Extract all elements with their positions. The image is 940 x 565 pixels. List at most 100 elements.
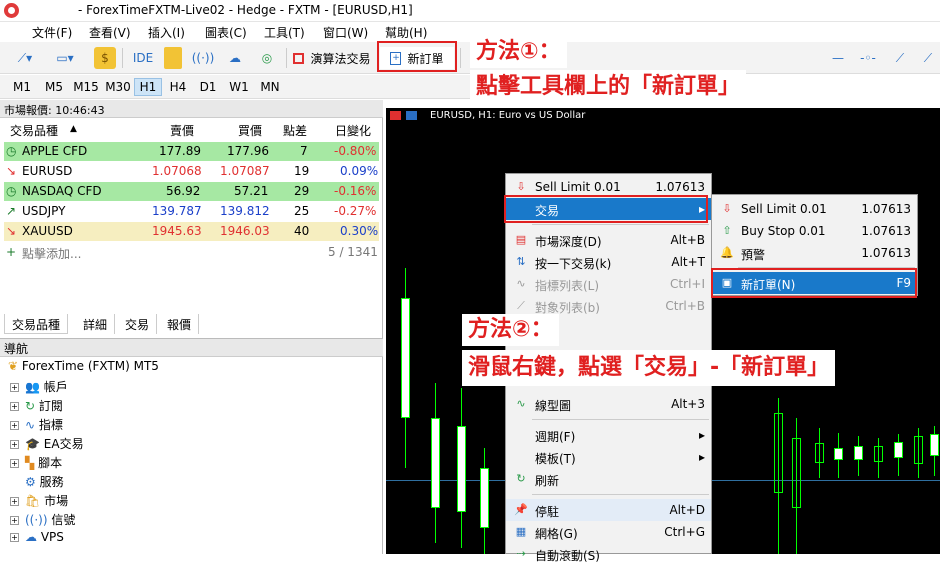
indicators-icon[interactable]: ▭▾ bbox=[48, 47, 82, 69]
tf-m1[interactable]: M1 bbox=[8, 78, 36, 96]
tf-m5[interactable]: M5 bbox=[40, 78, 68, 96]
ctx-shortcut: Alt+T bbox=[671, 255, 705, 269]
col-ask[interactable]: 買價 bbox=[238, 122, 262, 139]
ctx-dock[interactable]: 📌 停駐 Alt+D bbox=[506, 499, 711, 521]
table-row[interactable]: ↗ USDJPY 139.787 139.812 25 -0.27% bbox=[4, 202, 379, 221]
ide-button[interactable]: IDE bbox=[128, 47, 158, 69]
row-bid: 139.787 bbox=[152, 204, 202, 218]
tab-details[interactable]: 詳細 bbox=[76, 314, 116, 334]
menu-help[interactable]: 幫助(H) bbox=[385, 24, 427, 41]
candle bbox=[854, 446, 863, 460]
line-tool-icon[interactable]: — bbox=[828, 47, 848, 69]
table-row[interactable]: ◷ NASDAQ CFD 56.92 57.21 29 -0.16% bbox=[4, 182, 379, 201]
tf-h1[interactable]: H1 bbox=[134, 78, 162, 96]
trendline-tool-icon[interactable]: ⟋ bbox=[890, 47, 910, 69]
ctx-label: 按一下交易(k) bbox=[535, 257, 612, 271]
method1-text: 點擊工具欄上的「新訂單」 bbox=[470, 70, 747, 104]
vps-icon[interactable]: ◎ bbox=[256, 47, 278, 69]
submenu-arrow-icon: ▸ bbox=[698, 450, 705, 464]
fxtm-logo-icon: ❦ bbox=[8, 359, 19, 373]
clock-icon: ◷ bbox=[6, 144, 17, 158]
sort-up-icon: ▲ bbox=[70, 124, 77, 134]
vps-nav-icon: ☁ bbox=[25, 530, 37, 544]
candle bbox=[774, 413, 783, 493]
tf-m15[interactable]: M15 bbox=[70, 78, 102, 96]
menu-window[interactable]: 窗口(W) bbox=[323, 24, 368, 41]
new-order-highlight bbox=[377, 41, 457, 72]
tf-d1[interactable]: D1 bbox=[194, 78, 222, 96]
table-row[interactable]: ↘ XAUUSD 1945.63 1946.03 40 0.30% bbox=[4, 222, 379, 241]
cloud-icon[interactable]: ☁ bbox=[224, 47, 246, 69]
tab-ticks[interactable]: 報價 bbox=[160, 314, 200, 334]
row-ask: 57.21 bbox=[234, 184, 269, 198]
experts-icon: 🎓 bbox=[25, 437, 40, 451]
sub-buy-stop[interactable]: ⇧ Buy Stop 0.01 1.07613 bbox=[712, 220, 917, 242]
nav-root[interactable]: ❦ ForexTime (FXTM) MT5 bbox=[8, 359, 159, 373]
hline-tool-icon[interactable]: -◦- bbox=[858, 47, 878, 69]
ctx-shortcut: 1.07613 bbox=[655, 180, 705, 194]
nav-item-services[interactable]: ⚙ 服務 bbox=[25, 473, 64, 490]
tf-m30[interactable]: M30 bbox=[102, 78, 134, 96]
tf-mn[interactable]: MN bbox=[256, 78, 284, 96]
sub-sell-limit[interactable]: ⇩ Sell Limit 0.01 1.07613 bbox=[712, 198, 917, 220]
row-ask: 139.812 bbox=[220, 204, 270, 218]
menu-file[interactable]: 文件(F) bbox=[32, 24, 72, 41]
algo-trading-button[interactable]: 演算法交易 bbox=[292, 47, 372, 69]
indicator-list-icon: ∿ bbox=[516, 277, 526, 290]
ctx-label: 週期(F) bbox=[535, 430, 576, 444]
chart-type-icon[interactable]: ⟋▾ bbox=[8, 47, 42, 69]
nav-item-vps[interactable]: + ☁ VPS bbox=[10, 530, 64, 544]
menu-view[interactable]: 查看(V) bbox=[89, 24, 131, 41]
col-bid[interactable]: 賣價 bbox=[170, 122, 194, 139]
bell-icon: 🔔 bbox=[720, 246, 734, 259]
signal-icon[interactable]: ((·)) bbox=[192, 47, 215, 69]
menu-insert[interactable]: 插入(I) bbox=[148, 24, 185, 41]
app-logo-icon bbox=[4, 3, 19, 18]
ctx-indicators-list[interactable]: ∿ 指標列表(L) Ctrl+I bbox=[506, 273, 711, 295]
nav-item-scripts[interactable]: + ▚ 腳本 bbox=[10, 454, 62, 471]
ctx-one-click[interactable]: ⇅ 按一下交易(k) Alt+T bbox=[506, 251, 711, 273]
ctx-shortcut: Alt+D bbox=[669, 503, 705, 517]
tf-w1[interactable]: W1 bbox=[225, 78, 253, 96]
ctx-autoscroll[interactable]: ⇢ 自動滾動(S) bbox=[506, 543, 711, 565]
col-spread[interactable]: 點差 bbox=[283, 122, 307, 139]
tf-h4[interactable]: H4 bbox=[164, 78, 192, 96]
candle bbox=[480, 468, 489, 528]
dollar-icon[interactable]: $ bbox=[94, 47, 116, 69]
ctx-label: 模板(T) bbox=[535, 452, 576, 466]
nav-item-indicators[interactable]: + ∿ 指標 bbox=[10, 416, 63, 433]
row-bid: 1.07068 bbox=[152, 164, 202, 178]
ctx-line-chart[interactable]: ∿ 線型圖 Alt+3 bbox=[506, 393, 711, 415]
col-symbol[interactable]: 交易品種 bbox=[10, 122, 58, 139]
add-symbol-row[interactable]: + 點擊添加... 5 / 1341 bbox=[4, 243, 379, 262]
sub-alert[interactable]: 🔔 預警 1.07613 bbox=[712, 242, 917, 264]
ctx-grid[interactable]: ▦ 網格(G) Ctrl+G bbox=[506, 521, 711, 543]
sell-arrow-icon: ⇩ bbox=[516, 180, 526, 193]
ray-tool-icon[interactable]: ⟋ bbox=[918, 47, 938, 69]
dom-icon: ▤ bbox=[515, 233, 527, 246]
sell-arrow-icon: ⇩ bbox=[722, 202, 732, 215]
col-change[interactable]: 日變化 bbox=[335, 122, 371, 139]
menu-chart[interactable]: 圖表(C) bbox=[205, 24, 247, 41]
ctx-templates[interactable]: 模板(T) ▸ bbox=[506, 446, 711, 468]
ctx-timeframes[interactable]: 週期(F) ▸ bbox=[506, 424, 711, 446]
row-bid: 1945.63 bbox=[152, 224, 202, 238]
ctx-depth-of-market[interactable]: ▤ 市場深度(D) Alt+B bbox=[506, 229, 711, 251]
table-row[interactable]: ↘ EURUSD 1.07068 1.07087 19 0.09% bbox=[4, 162, 379, 181]
menu-tools[interactable]: 工具(T) bbox=[264, 24, 305, 41]
nav-item-accounts[interactable]: + 👥 帳戶 bbox=[10, 378, 68, 395]
nav-label: 指標 bbox=[38, 418, 63, 432]
shopping-bag-icon[interactable] bbox=[164, 47, 182, 69]
nav-item-market[interactable]: + 🛍 市場 bbox=[10, 492, 68, 509]
ctx-shortcut: Ctrl+B bbox=[665, 299, 705, 313]
tab-symbols[interactable]: 交易品種 bbox=[4, 314, 69, 334]
ctx-shortcut: Alt+3 bbox=[671, 397, 705, 411]
services-icon: ⚙ bbox=[25, 475, 36, 489]
tab-trading[interactable]: 交易 bbox=[118, 314, 158, 334]
nav-item-subscriptions[interactable]: + ↻ 訂閱 bbox=[10, 397, 63, 414]
nav-item-signals[interactable]: + ((·)) 信號 bbox=[10, 511, 75, 528]
new-order-menu-highlight bbox=[711, 268, 917, 298]
table-row[interactable]: ◷ APPLE CFD 177.89 177.96 7 -0.80% bbox=[4, 142, 379, 161]
nav-item-experts[interactable]: + 🎓 EA交易 bbox=[10, 435, 84, 452]
ctx-refresh[interactable]: ↻ 刷新 bbox=[506, 468, 711, 490]
